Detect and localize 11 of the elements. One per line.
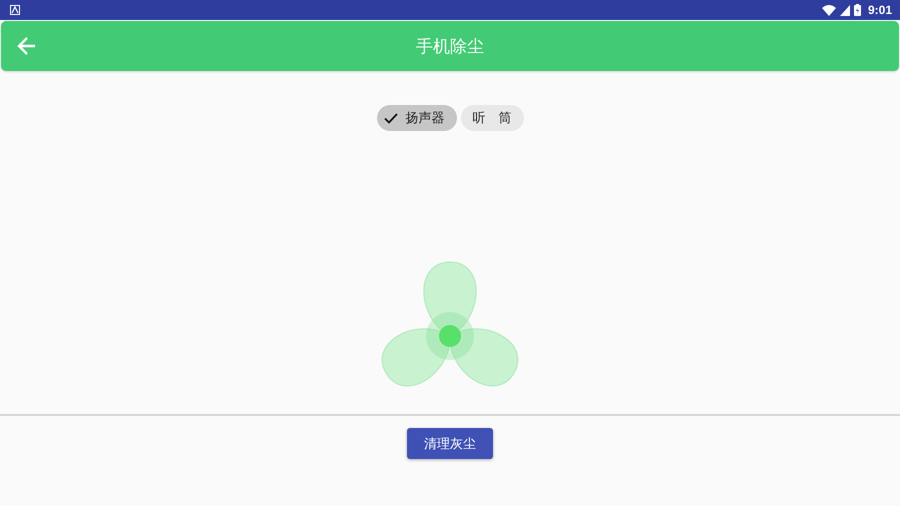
wifi-icon <box>822 4 836 16</box>
filter-chip[interactable]: 扬声器 <box>376 105 456 131</box>
app-notification-icon <box>10 5 20 15</box>
back-arrow-icon[interactable] <box>17 36 37 56</box>
battery-icon <box>854 4 861 16</box>
filter-chip[interactable]: 听 筒 <box>460 105 524 131</box>
clock-time: 9:01 <box>868 3 892 17</box>
clean-dust-button[interactable]: 清理灰尘 <box>407 428 493 459</box>
signal-icon <box>840 4 850 16</box>
check-icon <box>384 112 398 124</box>
toolbar-title: 手机除尘 <box>416 36 484 58</box>
